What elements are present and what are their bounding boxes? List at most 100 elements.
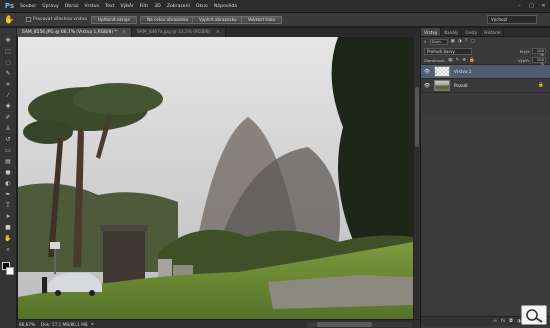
lock-pixels-icon[interactable]: ✎ — [456, 58, 460, 63]
zoom-tool-icon[interactable]: ⌕ — [2, 245, 14, 254]
document-tabs: SAM_8556.JPG @ 66,7% (Vrstva 1,RGB/8) * … — [17, 28, 420, 37]
layer-row[interactable]: 👁 Vrstva 1 — [421, 65, 550, 79]
healing-tool-icon[interactable]: ✚ — [2, 102, 14, 111]
window-controls: – □ ✕ — [515, 2, 548, 10]
background-color-swatch[interactable] — [6, 267, 14, 275]
eyedropper-tool-icon[interactable]: ⁄ — [2, 91, 14, 100]
menu-filtr[interactable]: Filtr — [140, 4, 149, 9]
image-canvas[interactable] — [18, 37, 413, 319]
fill-input[interactable]: 100 % — [532, 57, 546, 66]
path-select-tool-icon[interactable]: ➤ — [2, 212, 14, 221]
workspace-select[interactable]: Výchozí — [487, 15, 537, 24]
menu-upravy[interactable]: Úpravy — [42, 4, 58, 9]
layer-name: Pozadí — [454, 83, 468, 88]
clone-stamp-tool-icon[interactable]: ♙ — [2, 124, 14, 133]
tab-historie[interactable]: Historie — [481, 28, 505, 36]
mask-icon[interactable]: ◘ — [509, 319, 513, 324]
options-bar: ✋ Pracovat všechna vrstva Upřesnit okraj… — [0, 13, 550, 27]
tab-sam-8467a[interactable]: SAM_8467a.jpg @ 33,3% (RGB/8) × — [131, 28, 226, 37]
menu-text[interactable]: Text — [105, 4, 114, 9]
menu-vyber[interactable]: Výběr — [120, 4, 133, 9]
tab-sam-8556[interactable]: SAM_8556.JPG @ 66,7% (Vrstva 1,RGB/8) * … — [17, 28, 132, 37]
menu-zobrazeni[interactable]: Zobrazení — [167, 4, 190, 9]
close-tab-icon[interactable]: × — [216, 30, 220, 35]
brush-tool-icon[interactable]: ✐ — [2, 113, 14, 122]
crop-tool-icon[interactable]: ⌗ — [2, 80, 14, 89]
lock-all-icon[interactable]: 🔒 — [469, 58, 475, 63]
eye-icon[interactable]: 👁 — [423, 69, 431, 75]
shape-tool-icon[interactable]: ■ — [2, 223, 14, 232]
type-filter-icon[interactable]: T — [465, 39, 468, 44]
blend-mode-select[interactable]: Prolnutí barvy — [424, 47, 472, 55]
pen-tool-icon[interactable]: ✒ — [2, 190, 14, 199]
kind-filter-select[interactable]: Druh — [429, 38, 448, 45]
full-screen-button[interactable]: Na celou obrazovku — [140, 16, 196, 24]
tab-cesty[interactable]: Cesty — [462, 28, 482, 36]
close-tab-icon[interactable]: × — [122, 30, 126, 35]
sample-all-layers-option[interactable]: Pracovat všechna vrstva — [26, 17, 87, 22]
fill-group: Výplň: 100 % — [517, 57, 546, 66]
adjustment-filter-icon[interactable]: ◑ — [458, 39, 462, 44]
history-brush-tool-icon[interactable]: ↺ — [2, 135, 14, 144]
close-button[interactable]: ✕ — [539, 2, 548, 10]
fx-icon[interactable]: fx — [501, 319, 505, 324]
menu-soubor[interactable]: Soubor — [20, 4, 36, 9]
document-size-info: Dok: 57,1 MB/80,1 MB — [41, 321, 88, 327]
opacity-group: Krytí: 100 % — [520, 48, 546, 57]
status-menu-arrow-icon[interactable]: ▸ — [92, 322, 94, 327]
horizontal-scroll-thumb[interactable] — [317, 322, 372, 327]
link-icon[interactable]: ∞ — [493, 319, 497, 324]
tab-label: SAM_8467a.jpg @ 33,3% (RGB/8) — [136, 30, 211, 35]
lock-icon: 🔒 — [538, 83, 544, 88]
vertical-scroll-thumb[interactable] — [415, 87, 419, 147]
lock-row: Zamknout: ▦ ✎ ✥ 🔒 Výplň: 100 % — [421, 56, 550, 66]
blur-tool-icon[interactable]: ● — [2, 168, 14, 177]
fill-label: Výplň: — [517, 57, 530, 63]
eye-icon[interactable]: 👁 — [423, 83, 431, 89]
maximize-button[interactable]: □ — [527, 2, 536, 10]
menu-obraz[interactable]: Obraz — [65, 4, 79, 9]
layer-thumbnail — [434, 80, 450, 91]
marquee-tool-icon[interactable]: ⬚ — [2, 47, 14, 56]
blend-row: Prolnutí barvy Krytí: 100 % — [421, 46, 550, 57]
panel-tabs: Vrstvy Kanály Cesty Historie — [421, 28, 550, 37]
quick-select-tool-icon[interactable]: ✎ — [2, 69, 14, 78]
shape-filter-icon[interactable]: ▢ — [470, 39, 474, 44]
menu-okno[interactable]: Okno — [196, 4, 208, 9]
pixel-filter-icon[interactable]: ▣ — [451, 39, 455, 44]
type-tool-icon[interactable]: T — [2, 201, 14, 210]
print-size-button[interactable]: Velikost tisku — [241, 16, 283, 24]
lock-position-icon[interactable]: ✥ — [462, 58, 466, 63]
sample-all-layers-checkbox[interactable] — [26, 17, 31, 22]
refine-edge-button[interactable]: Upřesnit okraje — [91, 16, 137, 24]
search-icon: ⌕ — [424, 39, 427, 45]
vertical-scrollbar[interactable] — [413, 37, 420, 319]
hand-tool-icon[interactable]: ✋ — [2, 234, 14, 243]
status-bar: 66,67% Dok: 57,1 MB/80,1 MB ▸ — [17, 319, 420, 328]
layer-filter-row: ⌕ Druh ▣ ◑ T ▢ — [421, 37, 550, 46]
dodge-tool-icon[interactable]: ◐ — [2, 179, 14, 188]
hand-tool-icon[interactable]: ✋ — [4, 15, 14, 25]
sample-all-layers-label: Pracovat všechna vrstva — [33, 17, 87, 22]
minimize-button[interactable]: – — [515, 2, 524, 10]
horizontal-scrollbar[interactable] — [307, 322, 412, 327]
menu-vrstva[interactable]: Vrstva — [84, 4, 99, 9]
menu-napoveda[interactable]: Nápověda — [214, 4, 237, 9]
opacity-input[interactable]: 100 % — [532, 48, 546, 57]
layer-row[interactable]: 👁 Pozadí 🔒 — [421, 79, 550, 93]
layers-panel: Vrstvy Kanály Cesty Historie ⌕ Druh ▣ ◑ … — [420, 28, 550, 328]
lasso-tool-icon[interactable]: ◌ — [2, 58, 14, 67]
lock-transparent-icon[interactable]: ▦ — [448, 58, 452, 63]
lock-label: Zamknout: — [424, 57, 446, 63]
color-swatches[interactable] — [2, 262, 14, 276]
gradient-tool-icon[interactable]: ▤ — [2, 157, 14, 166]
eraser-tool-icon[interactable]: ▭ — [2, 146, 14, 155]
zoom-level-field[interactable]: 66,67% — [19, 322, 35, 327]
tab-kanaly[interactable]: Kanály — [441, 28, 463, 36]
tab-vrstvy[interactable]: Vrstvy — [421, 28, 442, 36]
tools-panel: ✥ ⬚ ◌ ✎ ⌗ ⁄ ✚ ✐ ♙ ↺ ▭ ▤ ● ◐ ✒ T ➤ ■ ✋ ⌕ — [0, 28, 17, 328]
menu-3d[interactable]: 3D — [154, 4, 160, 9]
fill-screen-button[interactable]: Vyplnit obrazovku — [192, 16, 244, 24]
move-tool-icon[interactable]: ✥ — [2, 36, 14, 45]
menu-items: Soubor Úpravy Obraz Vrstva Text Výběr Fi… — [20, 4, 237, 9]
